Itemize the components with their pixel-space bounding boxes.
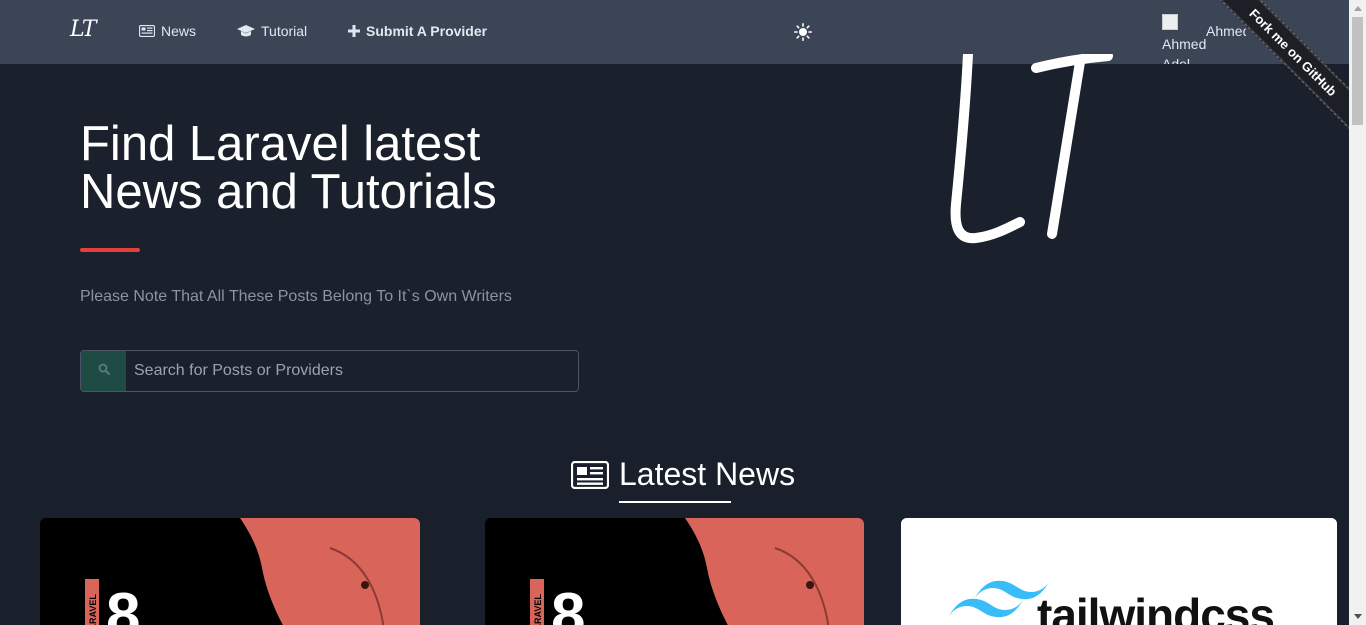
search-input[interactable] bbox=[126, 351, 578, 391]
newspaper-icon bbox=[139, 25, 155, 37]
news-card[interactable]: LARAVEL 8 bbox=[40, 518, 420, 625]
fork-on-github-link[interactable]: Fork me on GitHub bbox=[1212, 0, 1349, 134]
hero-title: Find Laravel latest News and Tutorials bbox=[80, 117, 497, 219]
nav-submit-provider-link[interactable]: Submit A Provider bbox=[348, 23, 487, 39]
github-ribbon: Fork me on GitHub bbox=[1199, 0, 1349, 150]
laravel-label: LARAVEL bbox=[88, 594, 98, 625]
search-bar bbox=[80, 350, 579, 392]
version-number: 8 bbox=[551, 581, 585, 625]
graduation-cap-icon bbox=[237, 24, 255, 38]
scrollbar-thumb[interactable] bbox=[1352, 17, 1363, 125]
newspaper-icon bbox=[570, 460, 610, 494]
laravel-label: LARAVEL bbox=[533, 594, 543, 625]
navbar: LT News Tutorial Submit A Provider Ahmed… bbox=[0, 0, 1349, 112]
section-header: Latest News bbox=[570, 456, 795, 503]
scroll-down-arrow-icon[interactable] bbox=[1349, 608, 1366, 625]
hero-logo-image bbox=[940, 49, 1120, 254]
news-card[interactable]: tailwindcss bbox=[901, 518, 1337, 625]
broken-image-icon bbox=[1162, 14, 1178, 30]
search-button[interactable] bbox=[81, 351, 126, 391]
hero-section: Find Laravel latest News and Tutorials P… bbox=[0, 49, 1349, 440]
nav-news-link[interactable]: News bbox=[139, 23, 196, 39]
scroll-up-arrow-icon[interactable] bbox=[1349, 0, 1366, 17]
hero-subtitle: Please Note That All These Posts Belong … bbox=[80, 288, 512, 305]
section-title: Latest News bbox=[619, 456, 795, 503]
nav-tutorial-link[interactable]: Tutorial bbox=[237, 23, 307, 39]
latest-news-section: Latest News LARAVEL 8 LARAVEL 8 tailwind… bbox=[0, 440, 1349, 625]
search-icon bbox=[98, 362, 110, 380]
version-number: 8 bbox=[106, 581, 140, 625]
site-logo[interactable]: LT bbox=[70, 17, 96, 42]
news-card[interactable]: LARAVEL 8 bbox=[485, 518, 864, 625]
nav-tutorial-label: Tutorial bbox=[261, 23, 308, 39]
nav-news-label: News bbox=[161, 23, 197, 39]
page-scrollbar[interactable] bbox=[1349, 0, 1366, 625]
plus-icon bbox=[348, 25, 360, 37]
laravel-8-thumbnail: LARAVEL 8 bbox=[485, 518, 864, 625]
tailwindcss-wordmark: tailwindcss bbox=[1037, 589, 1275, 625]
sun-icon[interactable] bbox=[794, 23, 813, 42]
laravel-8-thumbnail: LARAVEL 8 bbox=[40, 518, 420, 625]
accent-divider bbox=[80, 248, 140, 252]
nav-submit-label: Submit A Provider bbox=[366, 23, 488, 39]
